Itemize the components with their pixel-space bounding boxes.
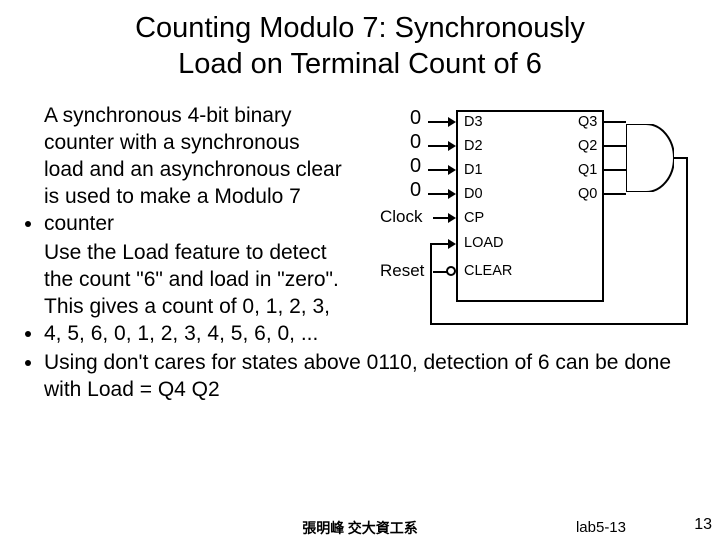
pin-d2: D2	[464, 139, 483, 154]
input-d1-value: 0	[410, 158, 421, 175]
wire-and-out-5	[430, 243, 450, 245]
pin-clear: CLEAR	[464, 264, 512, 279]
pin-load: LOAD	[464, 236, 504, 251]
arrow-d0	[448, 189, 456, 199]
input-d0-value: 0	[410, 182, 421, 199]
pin-q1: Q1	[578, 163, 597, 178]
wire-d3	[428, 121, 450, 123]
pin-cp: CP	[464, 211, 484, 226]
input-reset-label: Reset	[380, 262, 424, 279]
and-gate	[626, 124, 674, 192]
input-d2-value: 0	[410, 134, 421, 151]
counter-diagram: 0 D3 Q3 0 D2 Q2 0 D1 Q1 0 D0 Q0 Clock CP…	[378, 104, 698, 354]
pin-d1: D1	[464, 163, 483, 178]
bubble-clear	[446, 266, 456, 276]
arrow-load	[448, 239, 456, 249]
wire-and-out-4	[430, 243, 432, 325]
pin-q0: Q0	[578, 187, 597, 202]
arrow-clock	[448, 213, 456, 223]
wire-q3	[604, 121, 626, 123]
pin-d0: D0	[464, 187, 483, 202]
wire-q1	[604, 169, 626, 171]
wire-d1	[428, 169, 450, 171]
slide-title: Counting Modulo 7: Synchronously Load on…	[0, 10, 720, 82]
wire-d2	[428, 145, 450, 147]
pin-q3: Q3	[578, 115, 597, 130]
pin-d3: D3	[464, 115, 483, 130]
input-clock-label: Clock	[380, 208, 423, 225]
arrow-d2	[448, 141, 456, 151]
bullet-3: Using don't cares for states above 0110,…	[44, 349, 700, 403]
wire-q2	[604, 145, 626, 147]
input-d3-value: 0	[410, 110, 421, 127]
arrow-d1	[448, 165, 456, 175]
arrow-d3	[448, 117, 456, 127]
wire-and-out-3	[430, 323, 688, 325]
wire-reset	[433, 271, 447, 273]
wire-q0	[604, 193, 626, 195]
pin-q2: Q2	[578, 139, 597, 154]
author-footer: 張明峰 交大資工系	[0, 518, 720, 538]
wire-and-out-2	[686, 157, 688, 325]
wire-d0	[428, 193, 450, 195]
